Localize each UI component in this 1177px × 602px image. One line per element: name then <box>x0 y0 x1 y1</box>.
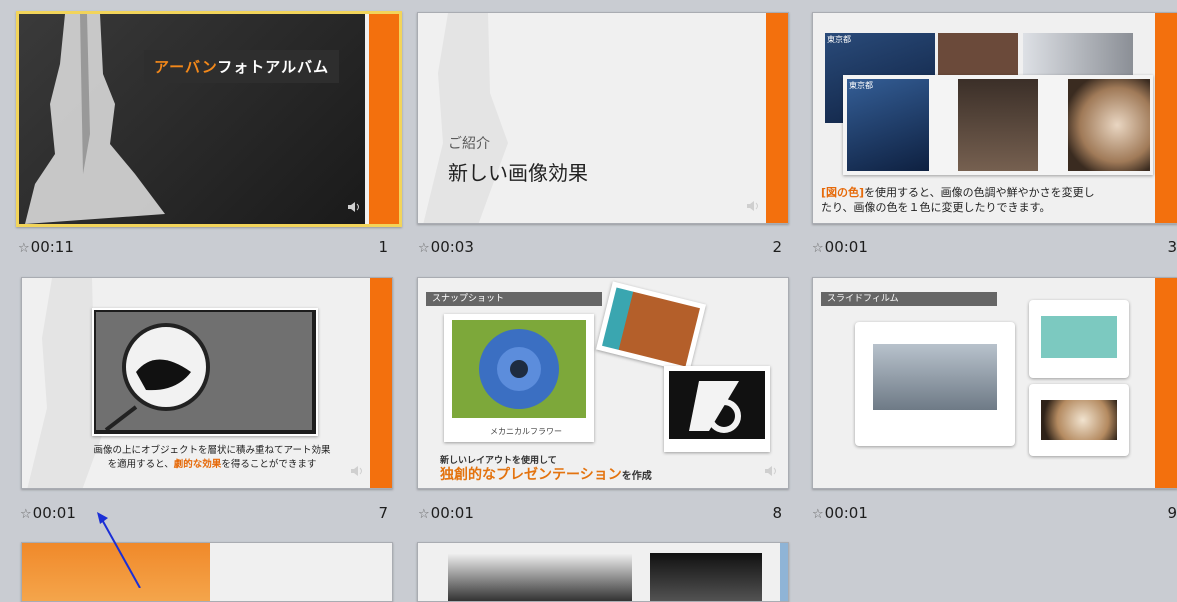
slide-number-7: 7 <box>378 504 388 522</box>
accent-stripe <box>766 13 788 223</box>
slide-number-2: 2 <box>772 238 782 256</box>
wheel-photo <box>1041 400 1117 440</box>
teal-door-photo <box>1041 316 1117 358</box>
timing-label: 00:01 <box>824 504 868 522</box>
caption-line1: 画像の上にオブジェクトを層状に積み重ねてアート効果 <box>93 445 331 456</box>
slide-caption: 画像の上にオブジェクトを層状に積み重ねてアート効果 を適用すると、劇的な効果を得… <box>62 444 362 472</box>
speaker-icon[interactable] <box>347 200 363 214</box>
tree-silhouette-image <box>25 14 165 224</box>
accent-stripe <box>369 14 399 224</box>
slide-label: スナップショット <box>426 292 602 306</box>
caption-line2a: を適用すると、 <box>107 459 174 470</box>
slide-title: 新しい画像効果 <box>448 161 588 185</box>
slide-thumbnail-8[interactable]: スナップショット メカニカルフラワー 新しいレイアウトを使用して 独創的なプレゼ… <box>417 277 789 489</box>
slide-caption: [図の色]を使用すると、画像の色調や鮮やかさを変更し たり、画像の色を１色に変更… <box>821 185 1161 215</box>
slide-thumbnail-2[interactable]: ご紹介 新しい画像効果 <box>417 12 789 224</box>
mirror-photo <box>96 312 312 430</box>
timing-label: 00:11 <box>30 238 74 256</box>
headline: 独創的なプレゼンテーションを作成 <box>440 464 652 484</box>
slide-thumbnail-1[interactable]: アーバンフォトアルバム <box>16 11 402 227</box>
walkway-photo <box>873 344 997 410</box>
photo-tag: 東京都 <box>827 35 851 44</box>
gear-photo <box>452 320 586 418</box>
title-rest: フォトアルバム <box>217 58 330 76</box>
slide-timing-2: ☆00:03 <box>418 238 474 258</box>
wall-photo <box>958 79 1038 171</box>
caption-line2b: を得ることができます <box>221 459 317 470</box>
timing-label: 00:01 <box>32 504 76 522</box>
title-accent: アーバン <box>154 58 218 76</box>
transition-star-icon[interactable]: ☆ <box>812 241 824 256</box>
slide-subtitle: ご紹介 <box>448 136 490 152</box>
slide-timing-7: ☆00:01 <box>20 504 76 524</box>
headline-suffix: を作成 <box>621 471 652 482</box>
slide-label: スライドフィルム <box>821 292 997 306</box>
slide-timing-9: ☆00:01 <box>812 504 868 524</box>
pointer-arrow <box>97 512 141 588</box>
caption-highlight: 劇的な効果 <box>173 459 222 470</box>
slide-thumbnail-9[interactable]: スライドフィルム <box>812 277 1177 489</box>
slide-timing-8: ☆00:01 <box>418 504 474 524</box>
slide-thumbnail-11[interactable] <box>417 542 789 602</box>
speaker-icon[interactable] <box>350 464 366 478</box>
slide-timing-3: ☆00:01 <box>812 238 868 258</box>
slide-thumbnail-7[interactable]: 画像の上にオブジェクトを層状に積み重ねてアート効果 を適用すると、劇的な効果を得… <box>21 277 393 489</box>
timing-label: 00:01 <box>430 504 474 522</box>
slide-title: アーバンフォトアルバム <box>144 50 340 83</box>
caption-line2: たり、画像の色を１色に変更したりできます。 <box>821 201 1051 214</box>
slide-number-3: 3 <box>1167 238 1177 256</box>
slide-number-1: 1 <box>378 238 388 256</box>
slide-thumbnail-3[interactable]: 東京都 東京都 [図の色]を使用すると、画像の色調や鮮やかさを変更し たり、画像… <box>812 12 1177 224</box>
wheel-photo <box>1068 79 1150 171</box>
bridge-photo <box>847 79 929 171</box>
transition-star-icon[interactable]: ☆ <box>812 507 824 522</box>
photo-tag: 東京都 <box>849 81 873 90</box>
tree-photo <box>448 553 632 601</box>
slide-number-9: 9 <box>1167 504 1177 522</box>
accent-stripe <box>780 543 788 601</box>
slide-number-8: 8 <box>772 504 782 522</box>
transition-star-icon[interactable]: ☆ <box>18 241 30 256</box>
timing-label: 00:03 <box>430 238 474 256</box>
accent-stripe <box>1155 278 1177 488</box>
speaker-icon[interactable] <box>764 464 780 478</box>
timing-label: 00:01 <box>824 238 868 256</box>
slide-timing-1: ☆00:11 <box>18 238 74 258</box>
number-sign-photo <box>669 371 765 439</box>
building-photo <box>650 553 762 601</box>
slide-thumbnail-10[interactable] <box>21 542 393 602</box>
caption-line1: を使用すると、画像の色調や鮮やかさを変更し <box>864 186 1095 199</box>
speaker-icon[interactable] <box>746 199 762 213</box>
headline-highlight: 独創的なプレゼンテーション <box>440 467 622 483</box>
transition-star-icon[interactable]: ☆ <box>418 241 430 256</box>
photo-caption: メカニカルフラワー <box>490 427 562 436</box>
transition-star-icon[interactable]: ☆ <box>20 507 32 522</box>
caption-highlight: [図の色] <box>821 186 865 199</box>
watermark-tree-image <box>423 13 508 223</box>
accent-stripe <box>370 278 392 488</box>
transition-star-icon[interactable]: ☆ <box>418 507 430 522</box>
